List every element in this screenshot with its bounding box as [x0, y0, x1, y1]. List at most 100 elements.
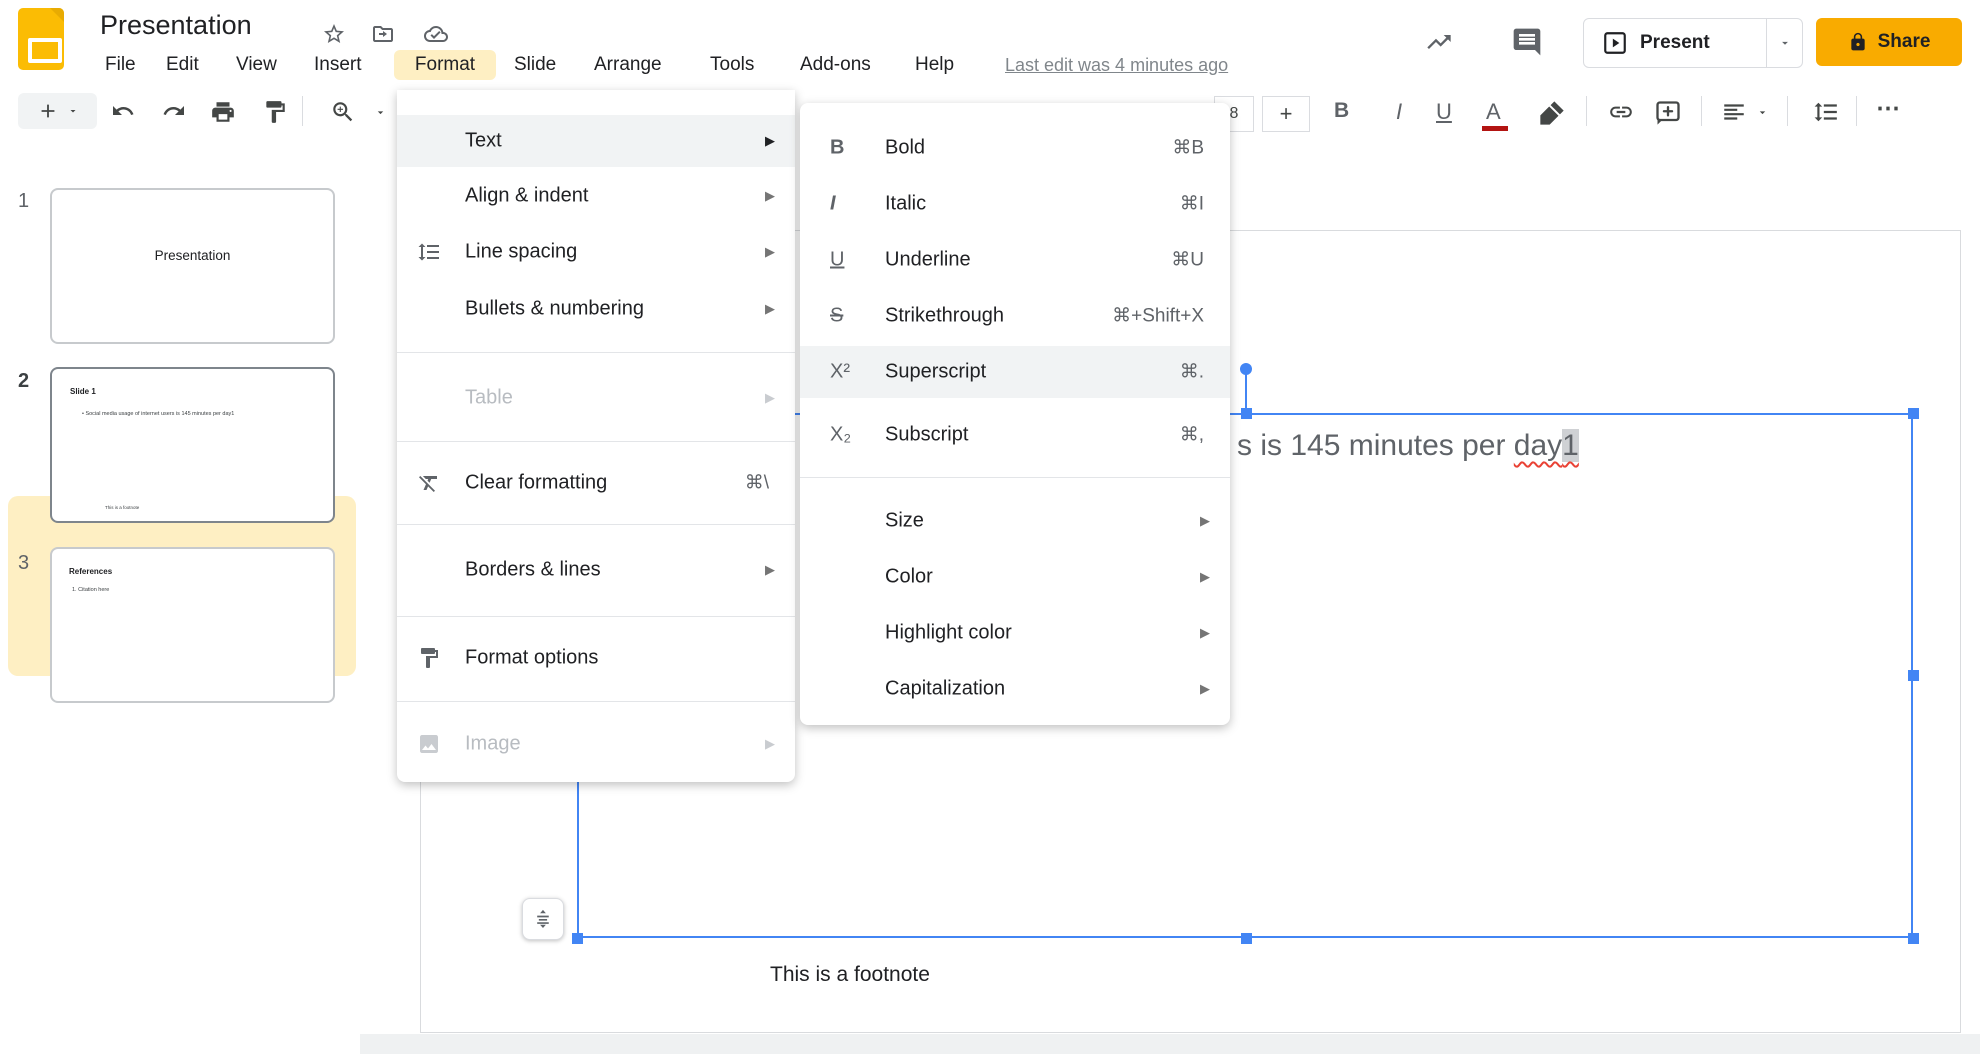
add-comment-button[interactable] — [1654, 99, 1682, 127]
menu-slide[interactable]: Slide — [508, 50, 562, 80]
print-button[interactable] — [210, 99, 236, 125]
autofit-options-button[interactable] — [522, 898, 564, 940]
menu-item-align-indent[interactable]: Align & indent ▶ — [397, 170, 795, 222]
slide-footnote-text[interactable]: This is a footnote — [770, 963, 930, 987]
present-button[interactable]: Present — [1584, 19, 1766, 67]
submenu-item-subscript[interactable]: X₂ Subscript ⌘, — [800, 409, 1230, 461]
font-size-increase-button[interactable]: + — [1262, 96, 1310, 132]
zoom-button[interactable] — [330, 99, 356, 125]
menu-separator — [397, 616, 795, 617]
zoom-dropdown-icon[interactable] — [374, 106, 387, 119]
last-edit-status[interactable]: Last edit was 4 minutes ago — [1005, 50, 1228, 80]
menu-separator — [800, 477, 1230, 478]
format-menu: Text ▶ Align & indent ▶ Line spacing ▶ B… — [397, 90, 795, 782]
submenu-arrow-icon: ▶ — [765, 390, 775, 405]
star-icon[interactable] — [322, 22, 346, 46]
document-title[interactable]: Presentation — [100, 10, 252, 41]
menu-help[interactable]: Help — [909, 50, 960, 80]
share-label: Share — [1877, 31, 1931, 52]
submenu-arrow-icon: ▶ — [1200, 625, 1210, 640]
menu-tools[interactable]: Tools — [704, 50, 760, 80]
align-dropdown-icon[interactable] — [1756, 106, 1769, 119]
shortcut-label: ⌘B — [1172, 137, 1204, 159]
submenu-item-color[interactable]: Color ▶ — [800, 551, 1230, 603]
menu-item-format-options[interactable]: Format options — [397, 632, 795, 684]
cloud-saved-icon[interactable] — [422, 22, 450, 46]
submenu-item-size[interactable]: Size ▶ — [800, 495, 1230, 547]
thumb-footnote: This is a footnote — [105, 505, 140, 510]
submenu-item-underline[interactable]: U Underline ⌘U — [800, 234, 1230, 286]
submenu-arrow-icon: ▶ — [765, 133, 775, 148]
submenu-item-capitalization[interactable]: Capitalization ▶ — [800, 663, 1230, 715]
workspace-bottom-band — [360, 1034, 1980, 1054]
comments-icon[interactable] — [1510, 26, 1544, 58]
more-options-button[interactable]: ⋯ — [1876, 94, 1900, 123]
submenu-arrow-icon: ▶ — [765, 562, 775, 577]
menu-add-ons[interactable]: Add-ons — [794, 50, 877, 80]
resize-handle-bottom-left[interactable] — [572, 933, 583, 944]
rotation-handle[interactable] — [1240, 363, 1252, 375]
menu-format[interactable]: Format — [394, 50, 496, 80]
line-spacing-button[interactable] — [1812, 99, 1840, 125]
logo-fold — [50, 8, 64, 22]
submenu-item-italic[interactable]: I Italic ⌘I — [800, 178, 1230, 230]
paint-format-button[interactable] — [262, 99, 288, 125]
submenu-arrow-icon: ▶ — [765, 244, 775, 259]
menu-view[interactable]: View — [230, 50, 283, 80]
menu-item-bullets-numbering[interactable]: Bullets & numbering ▶ — [397, 283, 795, 335]
slide-thumbnail-3[interactable]: References 1. Citation here — [50, 547, 335, 703]
share-button[interactable]: Share — [1816, 18, 1962, 66]
insert-link-button[interactable] — [1606, 99, 1636, 125]
resize-handle-bottom-right[interactable] — [1908, 933, 1919, 944]
slide-number: 1 — [18, 190, 30, 212]
plus-icon — [41, 104, 54, 118]
slide-thumbnail-1[interactable]: Presentation — [50, 188, 335, 344]
text-color-button[interactable]: A — [1486, 99, 1501, 125]
undo-button[interactable] — [110, 99, 136, 123]
submenu-item-superscript[interactable]: X² Superscript ⌘. — [800, 346, 1230, 398]
redo-button[interactable] — [161, 99, 187, 123]
submenu-item-bold[interactable]: B Bold ⌘B — [800, 122, 1230, 174]
italic-button[interactable]: I — [1396, 99, 1402, 125]
align-button[interactable] — [1720, 99, 1748, 125]
present-dropdown-button[interactable] — [1767, 36, 1802, 50]
highlight-color-button[interactable] — [1538, 99, 1566, 127]
toolbar-divider — [1787, 96, 1788, 126]
menu-item-text[interactable]: Text ▶ — [397, 115, 795, 167]
slide-body-text[interactable]: s is 145 minutes per day1 — [1237, 429, 1579, 463]
shortcut-label: ⌘, — [1179, 424, 1204, 446]
menu-insert[interactable]: Insert — [308, 50, 368, 80]
submenu-arrow-icon: ▶ — [1200, 513, 1210, 528]
menu-arrange[interactable]: Arrange — [588, 50, 668, 80]
menu-item-clear-formatting[interactable]: Clear formatting ⌘\ — [397, 457, 795, 509]
submenu-item-highlight-color[interactable]: Highlight color ▶ — [800, 607, 1230, 659]
new-slide-button[interactable] — [18, 93, 97, 129]
chevron-down-icon — [70, 110, 75, 113]
menu-item-borders-lines[interactable]: Borders & lines ▶ — [397, 544, 795, 596]
menu-file[interactable]: File — [99, 50, 142, 80]
resize-handle-top-center[interactable] — [1241, 408, 1252, 419]
text-word: day — [1513, 429, 1563, 462]
toolbar-divider — [302, 96, 303, 126]
image-icon — [417, 732, 441, 756]
resize-handle-bottom-center[interactable] — [1241, 933, 1252, 944]
strikethrough-icon: S — [830, 304, 844, 327]
shortcut-label: ⌘. — [1179, 361, 1204, 383]
underline-button[interactable]: U — [1436, 99, 1452, 125]
thumb-title: References — [69, 567, 113, 576]
activity-trend-icon[interactable] — [1424, 28, 1454, 56]
resize-handle-mid-right[interactable] — [1908, 670, 1919, 681]
superscript-icon: X² — [830, 360, 850, 383]
menu-edit[interactable]: Edit — [160, 50, 205, 80]
move-to-folder-icon[interactable] — [370, 22, 396, 46]
menu-item-line-spacing[interactable]: Line spacing ▶ — [397, 226, 795, 278]
submenu-arrow-icon: ▶ — [765, 736, 775, 751]
bold-button[interactable]: B — [1334, 99, 1349, 123]
slides-logo-icon[interactable] — [18, 8, 64, 70]
resize-handle-top-right[interactable] — [1908, 408, 1919, 419]
header-bar: Presentation File Edit View Insert Forma… — [0, 0, 1980, 82]
submenu-arrow-icon: ▶ — [1200, 681, 1210, 696]
submenu-item-strikethrough[interactable]: S Strikethrough ⌘+Shift+X — [800, 290, 1230, 342]
slide-thumbnail-2[interactable]: Slide 1 • Social media usage of internet… — [50, 367, 335, 523]
underline-icon: U — [830, 248, 845, 271]
